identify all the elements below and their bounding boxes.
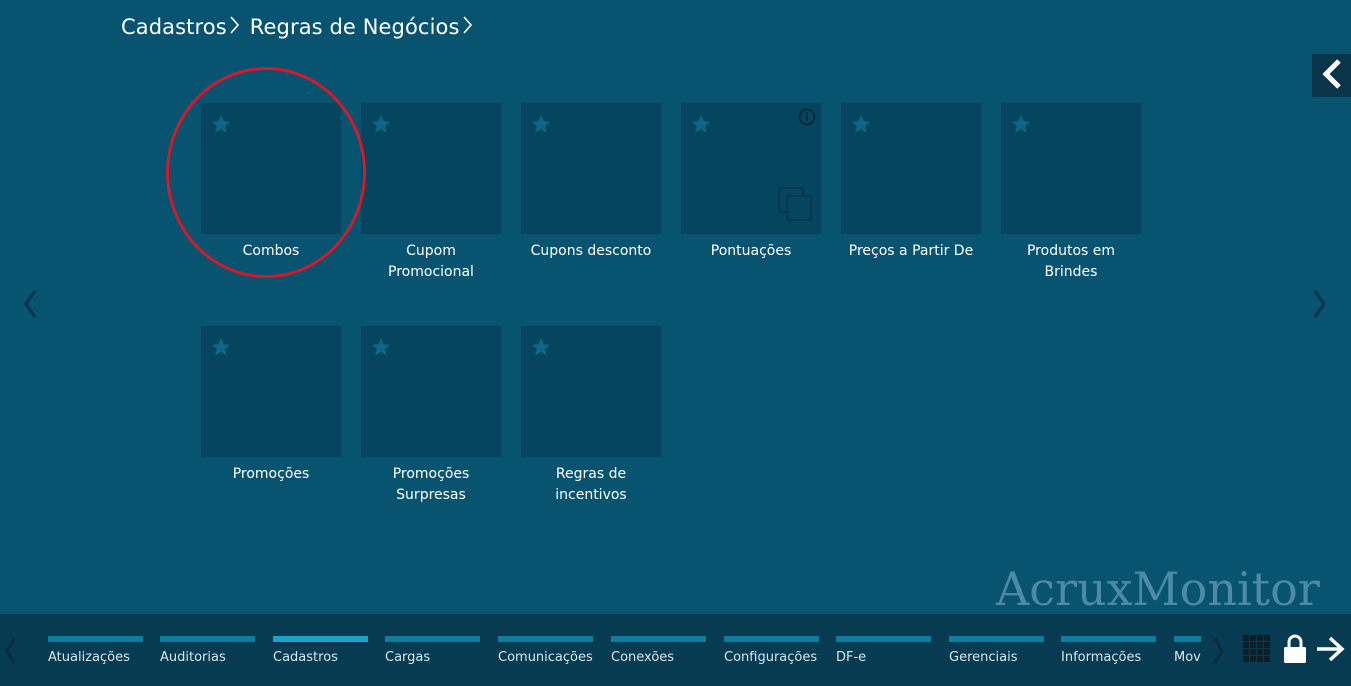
nav-item-informacoes[interactable]: Informações [1061, 636, 1157, 665]
nav-scroll-left-button[interactable] [2, 638, 18, 668]
tile-label: Promoções [232, 466, 310, 482]
star-icon[interactable] [370, 336, 392, 362]
tile-box [361, 103, 501, 234]
tile-label: Produtos em Brindes [1026, 243, 1116, 280]
nav-item-label: Informações [1061, 650, 1142, 665]
brand-watermark: AcruxMonitor [996, 562, 1320, 616]
nav-item-cargas[interactable]: Cargas [385, 636, 481, 665]
breadcrumb-item-regras-de-negocios[interactable]: Regras de Negócios [250, 15, 460, 39]
chevron-left-icon [23, 289, 37, 323]
info-icon[interactable] [798, 108, 816, 130]
tile-precos-a-partir-de[interactable]: Preços a Partir De [841, 103, 981, 262]
chevron-right-icon [1313, 289, 1327, 323]
star-icon[interactable] [850, 113, 872, 139]
lock-button[interactable] [1282, 634, 1308, 668]
nav-item-bar [1174, 636, 1201, 642]
nav-item-bar [385, 636, 480, 642]
star-icon[interactable] [530, 336, 552, 362]
logout-button[interactable] [1314, 636, 1346, 666]
nav-item-label: Conexões [611, 650, 675, 665]
nav-item-bar [949, 636, 1044, 642]
tile-box [1001, 103, 1141, 234]
tile-produtos-em-brindes[interactable]: Produtos em Brindes [1001, 103, 1141, 283]
chevron-left-icon [4, 637, 16, 669]
nav-item-label: Cadastros [273, 650, 338, 665]
tile-label: Combos [242, 243, 300, 259]
star-icon[interactable] [1010, 113, 1032, 139]
nav-item-cadastros[interactable]: Cadastros [273, 636, 369, 665]
nav-item-bar [273, 636, 368, 642]
nav-item-comunicacoes[interactable]: Comunicações [498, 636, 594, 665]
tile-regras-de-incentivos[interactable]: Regras de incentivos [521, 326, 661, 506]
tile-combos[interactable]: Combos [201, 103, 341, 262]
tile-cupom-promocional[interactable]: Cupom Promocional [361, 103, 501, 283]
nav-item-bar [160, 636, 255, 642]
lock-icon [1283, 634, 1307, 668]
nav-item-label: Auditorias [160, 650, 226, 665]
nav-item-label: DF-e [836, 650, 867, 665]
next-page-button[interactable] [1310, 288, 1330, 324]
nav-item-label: Mov [1174, 650, 1201, 665]
star-icon[interactable] [210, 113, 232, 139]
breadcrumb-separator-icon [230, 15, 240, 39]
nav-item-label: Configurações [724, 650, 818, 665]
tile-label: Regras de incentivos [555, 466, 627, 503]
nav-item-bar [836, 636, 931, 642]
tile-box [361, 326, 501, 457]
nav-item-df-e[interactable]: DF-e [836, 636, 932, 665]
nav-item-bar [48, 636, 143, 642]
collapse-panel-button[interactable] [1312, 54, 1351, 97]
tile-label: Preços a Partir De [848, 243, 974, 259]
nav-item-label: Comunicações [498, 650, 593, 665]
star-icon[interactable] [210, 336, 232, 362]
nav-item-label: Atualizações [48, 650, 130, 665]
grid-icon [1243, 635, 1271, 667]
star-icon[interactable] [370, 113, 392, 139]
apps-grid-button[interactable] [1242, 635, 1272, 667]
tile-label: Cupom Promocional [388, 243, 474, 280]
breadcrumb-separator-icon [462, 15, 473, 39]
nav-item-bar [498, 636, 593, 642]
star-icon[interactable] [690, 113, 712, 139]
nav-item-gerenciais[interactable]: Gerenciais [949, 636, 1045, 665]
tile-promocoes-surpresas[interactable]: Promoções Surpresas [361, 326, 501, 506]
tile-label: Cupons desconto [530, 243, 652, 259]
tile-box [521, 326, 661, 457]
tile-label: Pontuações [710, 243, 792, 259]
nav-item-mov[interactable]: Mov [1174, 636, 1201, 665]
tile-box [521, 103, 661, 234]
chevron-right-icon [1213, 637, 1225, 669]
nav-item-bar [1061, 636, 1156, 642]
tile-box [201, 103, 341, 234]
nav-item-bar [724, 636, 819, 642]
nav-item-label: Cargas [385, 650, 431, 665]
tile-pontuacoes[interactable]: Pontuações [681, 103, 821, 262]
nav-item-bar [611, 636, 706, 642]
nav-item-configuracoes[interactable]: Configurações [724, 636, 820, 665]
star-icon[interactable] [530, 113, 552, 139]
tile-cupons-desconto[interactable]: Cupons desconto [521, 103, 661, 262]
nav-item-label: Gerenciais [949, 650, 1018, 665]
arrow-right-icon [1315, 636, 1345, 666]
breadcrumb: Cadastros Regras de Negócios [121, 12, 483, 42]
tile-promocoes[interactable]: Promoções [201, 326, 341, 485]
tile-box [681, 103, 821, 234]
nav-item-conexoes[interactable]: Conexões [611, 636, 707, 665]
tile-box [841, 103, 981, 234]
chevron-left-icon [1321, 58, 1343, 93]
tile-label: Promoções Surpresas [392, 466, 470, 503]
breadcrumb-item-cadastros[interactable]: Cadastros [121, 15, 227, 39]
nav-item-auditorias[interactable]: Auditorias [160, 636, 256, 665]
bottom-nav-bar: Atualizações Auditorias Cadastros Cargas… [0, 614, 1351, 686]
tile-box [201, 326, 341, 457]
previous-page-button[interactable] [20, 288, 40, 324]
nav-item-atualizacoes[interactable]: Atualizações [48, 636, 144, 665]
nav-scroll-right-button[interactable] [1211, 638, 1227, 668]
copy-icon[interactable] [777, 186, 815, 228]
